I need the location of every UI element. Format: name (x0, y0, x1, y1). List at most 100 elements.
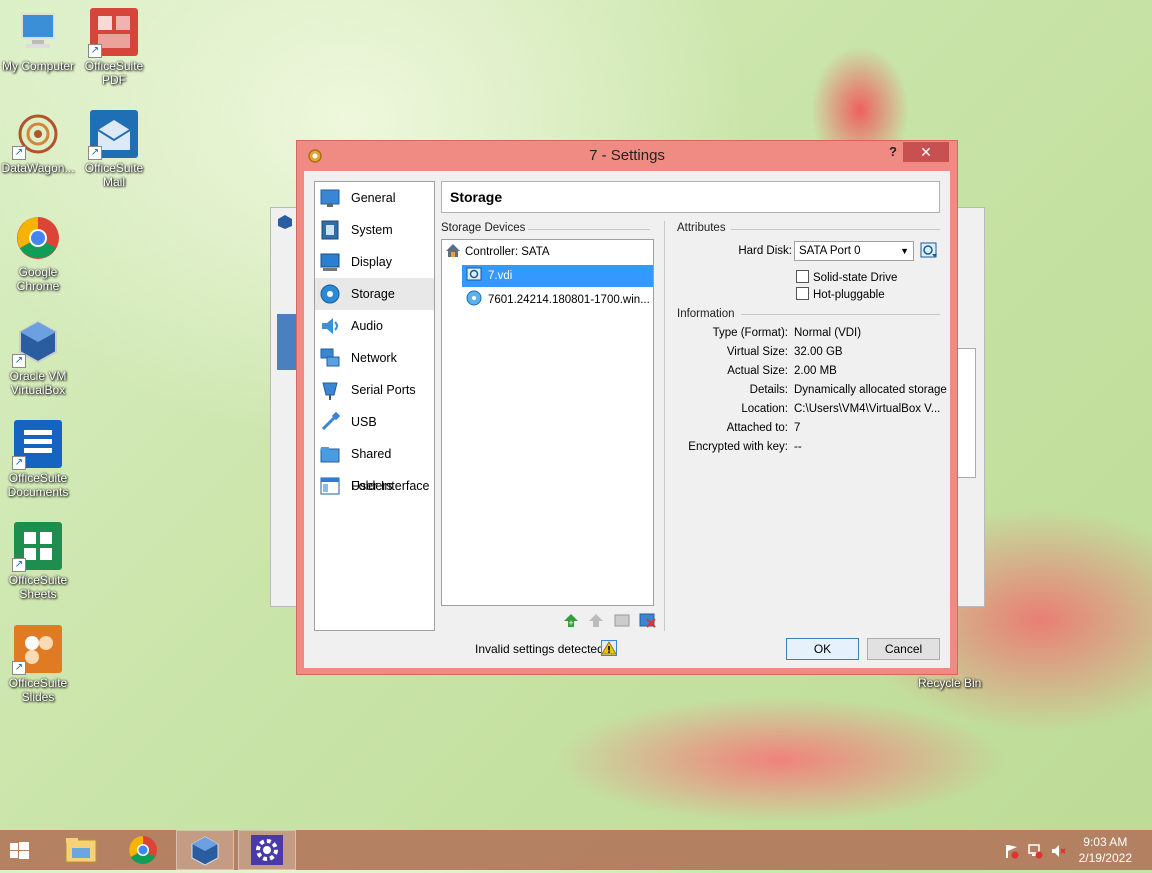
clock-date: 2/19/2022 (1078, 851, 1132, 865)
volume-muted-icon[interactable] (1050, 843, 1066, 859)
network-status-icon[interactable] (1027, 843, 1043, 859)
action-center-flag-icon[interactable] (1003, 843, 1019, 859)
hotplug-label: Hot-pluggable (813, 289, 885, 301)
nav-item-user-interface[interactable]: User Interface (315, 470, 434, 502)
desktop-icon-officesuite-mail[interactable]: ↗ OfficeSuite Mail (76, 110, 152, 189)
section-divider (731, 229, 940, 230)
checkbox-box (796, 270, 809, 283)
nav-label: User Interface (351, 479, 430, 493)
nav-item-network[interactable]: Network (315, 342, 434, 374)
cancel-button[interactable]: Cancel (867, 638, 940, 660)
serial-ports-icon (319, 379, 341, 401)
info-row-encrypted: Encrypted with key: -- (673, 441, 943, 455)
shortcut-arrow-icon: ↗ (88, 146, 102, 160)
file-explorer-icon (65, 838, 97, 863)
desktop-icon-datawagon[interactable]: ↗ DataWagon... (0, 110, 76, 175)
taskbar-settings[interactable] (238, 830, 296, 870)
vm-list-selection[interactable] (277, 314, 297, 370)
desktop-icon-label: OfficeSuite Documents (7, 471, 69, 499)
tree-item-disk[interactable]: 7.vdi (462, 265, 653, 287)
windows-logo-icon (10, 842, 29, 859)
info-value: Dynamically allocated storage (794, 384, 947, 396)
nav-item-usb[interactable]: USB (315, 406, 434, 438)
desktop-icon-officesuite-pdf[interactable]: ↗ OfficeSuite PDF (76, 8, 152, 87)
desktop-icon-label: Oracle VM VirtualBox (9, 369, 67, 397)
desktop-icon-officesuite-documents[interactable]: ↗ OfficeSuite Documents (0, 420, 76, 499)
settings-dialog[interactable]: 7 - Settings ? ✕ General System Display … (296, 140, 958, 675)
help-button[interactable]: ? (889, 144, 897, 159)
warning-icon[interactable] (601, 640, 617, 656)
info-key: Location: (741, 403, 788, 415)
nav-item-serial-ports[interactable]: Serial Ports (315, 374, 434, 406)
info-key: Attached to: (726, 422, 788, 434)
desktop-icon-google-chrome[interactable]: Google Chrome (0, 214, 76, 293)
scrollbar[interactable] (956, 348, 976, 478)
nav-label: Serial Ports (351, 383, 416, 397)
nav-label: Storage (351, 287, 395, 301)
desktop-icon-label: Google Chrome (16, 265, 60, 293)
hard-disk-label: Hard Disk: (738, 245, 792, 257)
choose-disk-icon[interactable] (920, 241, 938, 259)
nav-item-shared-folders[interactable]: Shared Folders (315, 438, 434, 493)
tree-item-optical[interactable]: 7601.24214.180801-1700.win... (466, 289, 653, 311)
info-value: 2.00 MB (794, 365, 837, 377)
taskbar-virtualbox[interactable] (176, 830, 234, 870)
recycle-bin-label[interactable]: Recycle Bin (918, 676, 981, 690)
mail-icon: ↗ (88, 110, 138, 160)
network-icon (319, 347, 341, 369)
storage-devices-label: Storage Devices (441, 222, 526, 234)
taskbar-file-explorer[interactable] (52, 830, 110, 870)
hard-disk-slot-select[interactable]: SATA Port 0 ▼ (794, 241, 914, 261)
optical-disk-icon (466, 290, 482, 306)
dialog-client: General System Display Storage Audio Net… (304, 171, 950, 668)
computer-icon (14, 8, 62, 56)
tree-item-controller[interactable]: Controller: SATA (445, 241, 651, 263)
nav-label: General (351, 191, 396, 205)
remove-attachment-icon[interactable] (638, 611, 656, 629)
info-row-location: Location: C:\Users\VM4\VirtualBox V... (673, 403, 943, 417)
chrome-icon (14, 214, 62, 262)
taskbar-chrome[interactable] (114, 830, 172, 870)
virtualbox-icon: ↗ (12, 318, 62, 368)
ok-button[interactable]: OK (786, 638, 859, 660)
start-button[interactable] (0, 830, 58, 870)
system-clock[interactable]: 9:03 AM 2/19/2022 (1079, 834, 1132, 866)
add-controller-icon[interactable]: + (562, 611, 580, 629)
desktop-icon-officesuite-sheets[interactable]: ↗ OfficeSuite Sheets (0, 522, 76, 601)
add-attachment-icon[interactable] (613, 611, 631, 629)
close-button[interactable]: ✕ (903, 142, 949, 162)
optical-label: 7601.24214.180801-1700.win... (488, 294, 650, 306)
info-key: Actual Size: (727, 365, 788, 377)
info-value: Normal (VDI) (794, 327, 862, 339)
settings-nav: General System Display Storage Audio Net… (314, 181, 435, 631)
desktop-icon-virtualbox[interactable]: ↗ Oracle VM VirtualBox (0, 318, 76, 397)
documents-icon: ↗ (12, 420, 62, 470)
virtualbox-icon (191, 836, 219, 866)
hot-pluggable-checkbox[interactable]: Hot-pluggable (796, 287, 885, 302)
disk-label: 7.vdi (488, 270, 513, 282)
desktop-icon-my-computer[interactable]: My Computer (0, 8, 76, 73)
shortcut-arrow-icon: ↗ (12, 354, 26, 368)
controller-label: Controller: SATA (465, 246, 550, 258)
nav-item-storage[interactable]: Storage (315, 278, 434, 310)
storage-tree[interactable]: Controller: SATA 7.vdi 7601.24214.180801… (441, 239, 654, 606)
title-bar[interactable]: 7 - Settings ? ✕ (297, 141, 957, 171)
desktop-icon-label: OfficeSuite Slides (8, 676, 68, 704)
info-row-details: Details: Dynamically allocated storage (673, 384, 947, 398)
info-key: Encrypted with key: (688, 441, 788, 453)
nav-item-display[interactable]: Display (315, 246, 434, 278)
pdf-icon: ↗ (88, 8, 138, 58)
display-icon (319, 251, 341, 273)
info-row-actual-size: Actual Size: 2.00 MB (673, 365, 943, 379)
solid-state-drive-checkbox[interactable]: Solid-state Drive (796, 270, 897, 285)
remove-controller-icon[interactable] (587, 611, 605, 629)
user-interface-icon (319, 475, 341, 497)
pane-splitter[interactable] (664, 221, 665, 631)
controller-icon (445, 242, 461, 258)
shortcut-arrow-icon: ↗ (12, 146, 26, 160)
nav-item-general[interactable]: General (315, 182, 434, 214)
desktop-icon-officesuite-slides[interactable]: ↗ OfficeSuite Slides (0, 625, 76, 704)
nav-item-audio[interactable]: Audio (315, 310, 434, 342)
nav-item-system[interactable]: System (315, 214, 434, 246)
nav-label: Audio (351, 319, 383, 333)
